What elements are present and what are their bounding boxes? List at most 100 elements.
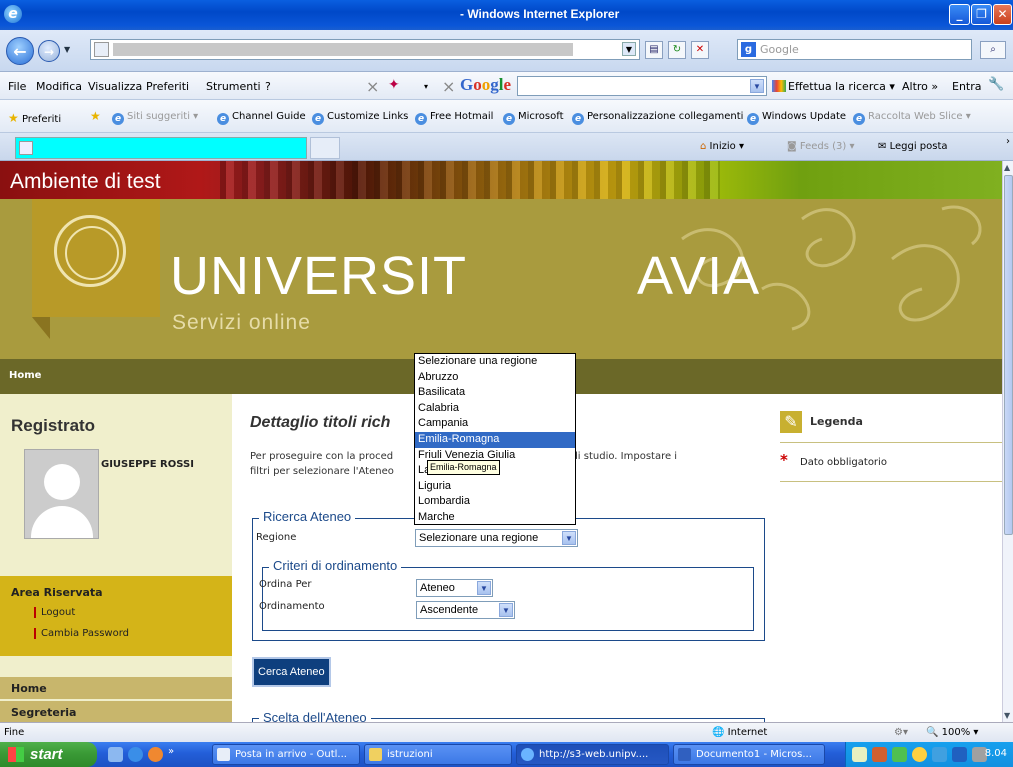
sidebar-item-segreteria[interactable]: Segreteria xyxy=(0,701,232,722)
tray-app-icon[interactable] xyxy=(892,747,907,762)
address-toolbar: ← → ▼ ▼ ▤ ↻ ✕ g Google ⌕ xyxy=(0,30,1013,72)
fav-raccolta-web-slice[interactable]: e Raccolta Web Slice ▾ xyxy=(853,111,971,125)
feeds-button[interactable]: ◙ Feeds (3) ▾ xyxy=(787,141,855,152)
search-input[interactable]: g Google xyxy=(737,39,972,60)
task-istruzioni[interactable]: istruzioni xyxy=(364,744,512,765)
toolbar-close-icon[interactable]: × xyxy=(366,77,379,96)
menu-help[interactable]: ? xyxy=(265,80,271,93)
chevron-down-icon: ▼ xyxy=(562,531,576,545)
task-ie[interactable]: http://s3-web.unipv.... xyxy=(516,744,669,765)
forward-button[interactable]: → xyxy=(38,40,60,62)
fav-windows-update[interactable]: e Windows Update xyxy=(747,111,846,125)
dropdown-option[interactable]: Liguria xyxy=(415,479,575,495)
google-logo: Google xyxy=(460,75,512,94)
menu-visualizza[interactable]: Visualizza xyxy=(88,80,142,93)
quicklaunch-desktop-icon[interactable] xyxy=(108,747,123,762)
ordinamento-select[interactable]: Ascendente ▼ xyxy=(416,601,515,619)
translate-icon[interactable]: ✦ xyxy=(388,77,400,93)
task-word[interactable]: Documento1 - Micros... xyxy=(673,744,825,765)
quicklaunch-more-icon[interactable]: » xyxy=(168,746,174,757)
outlook-icon xyxy=(217,748,230,761)
dropdown-option[interactable]: Basilicata xyxy=(415,385,575,401)
scroll-up-icon[interactable]: ▲ xyxy=(1004,163,1010,172)
dato-obbligatorio-label: Dato obbligatorio xyxy=(800,457,887,468)
regione-select[interactable]: Selezionare una regione ▼ xyxy=(415,529,578,547)
history-dropdown-icon[interactable]: ▼ xyxy=(64,45,70,54)
cambia-password-link[interactable]: Cambia Password xyxy=(34,628,129,639)
start-button[interactable]: start xyxy=(0,742,97,767)
effettua-ricerca-button[interactable]: Effettua la ricerca ▾ xyxy=(772,80,895,93)
close-button[interactable]: ✕ xyxy=(993,4,1012,25)
search-go-icon[interactable]: ⌕ xyxy=(980,41,1006,59)
chevron-down-icon: ▼ xyxy=(477,581,491,595)
tray-network-icon[interactable] xyxy=(932,747,947,762)
scroll-down-icon[interactable]: ▼ xyxy=(1004,711,1010,720)
entra-button[interactable]: Entra xyxy=(952,80,982,93)
google-search-dropdown[interactable]: ▼ xyxy=(749,78,765,94)
menu-modifica[interactable]: Modifica xyxy=(36,80,82,93)
more-chevron-icon[interactable]: › xyxy=(1006,136,1010,147)
fav-channel-guide[interactable]: e Channel Guide xyxy=(217,111,306,125)
windows-flag-icon xyxy=(8,747,24,762)
fav-personalizzazione[interactable]: e Personalizzazione collegamenti xyxy=(572,111,743,125)
legenda-title: Legenda xyxy=(810,415,863,428)
stop-icon[interactable]: ✕ xyxy=(691,41,709,59)
dropdown-option[interactable]: Emilia-Romagna xyxy=(415,431,575,448)
altro-button[interactable]: Altro » xyxy=(902,80,938,93)
tray-app-icon[interactable] xyxy=(912,747,927,762)
environment-label: Ambiente di test xyxy=(10,170,161,193)
quicklaunch-ie-icon[interactable] xyxy=(128,747,143,762)
quicklaunch-firefox-icon[interactable] xyxy=(148,747,163,762)
menu-file[interactable]: File xyxy=(8,80,26,93)
home-button[interactable]: ⌂ Inizio ▾ xyxy=(700,141,744,152)
ie-page-icon: e xyxy=(853,113,865,125)
google-toolbar-search-input[interactable]: ▼ xyxy=(517,76,767,96)
url-dropdown-icon[interactable]: ▼ xyxy=(622,42,636,56)
google-toolbar-close-icon[interactable]: × xyxy=(442,77,455,96)
minimize-button[interactable]: _ xyxy=(949,4,970,25)
preferiti-button[interactable]: ★ Preferiti xyxy=(8,111,61,125)
sidebar-item-home[interactable]: Home xyxy=(0,677,232,699)
back-button[interactable]: ← xyxy=(6,37,34,65)
scrollbar-thumb[interactable] xyxy=(1004,175,1013,535)
dropdown-option[interactable]: Selezionare una regione xyxy=(415,354,575,370)
tray-app-icon[interactable] xyxy=(852,747,867,762)
username: GIUSEPPE ROSSI xyxy=(101,459,194,470)
tray-app-icon[interactable] xyxy=(952,747,967,762)
dropdown-option[interactable]: Marche xyxy=(415,510,575,524)
task-outlook[interactable]: Posta in arrivo - Outl... xyxy=(212,744,360,765)
fav-microsoft[interactable]: e Microsoft xyxy=(503,111,564,125)
ordina-per-select[interactable]: Ateneo ▼ xyxy=(416,579,493,597)
protected-mode-icon[interactable]: ⚙▾ xyxy=(894,727,908,738)
compatibility-icon[interactable]: ▤ xyxy=(645,41,663,59)
breadcrumb-home-link[interactable]: Home xyxy=(9,370,41,381)
dropdown-option[interactable]: Calabria xyxy=(415,401,575,417)
tab-current-page[interactable] xyxy=(15,137,307,159)
zoom-control[interactable]: 🔍 100% ▾ xyxy=(926,727,978,738)
fav-siti-suggeriti[interactable]: e Siti suggeriti ▾ xyxy=(112,111,198,125)
maximize-button[interactable]: ❐ xyxy=(971,4,992,25)
menu-strumenti[interactable]: Strumenti xyxy=(206,80,261,93)
translate-dropdown-icon[interactable]: ▾ xyxy=(424,82,428,91)
ie-logo-icon: e xyxy=(4,5,22,23)
ie-page-icon: e xyxy=(747,113,759,125)
read-mail-button[interactable]: ✉ Leggi posta xyxy=(878,141,948,152)
add-favorite-icon[interactable]: ★ xyxy=(90,109,101,123)
wrench-icon[interactable]: 🔧 xyxy=(988,77,1004,92)
dropdown-option[interactable]: Campania xyxy=(415,416,575,432)
refresh-icon[interactable]: ↻ xyxy=(668,41,686,59)
menu-preferiti[interactable]: Preferiti xyxy=(146,80,189,93)
fav-customize-links[interactable]: e Customize Links xyxy=(312,111,408,125)
page-scrollbar[interactable]: ▲ ▼ xyxy=(1002,161,1013,722)
logout-link[interactable]: Logout xyxy=(34,607,75,618)
dropdown-option[interactable]: Lombardia xyxy=(415,494,575,510)
cerca-ateneo-button[interactable]: Cerca Ateneo xyxy=(252,657,331,687)
fav-free-hotmail[interactable]: e Free Hotmail xyxy=(415,111,493,125)
url-field[interactable]: ▼ xyxy=(90,39,640,60)
dropdown-option[interactable]: Abruzzo xyxy=(415,370,575,386)
tray-app-icon[interactable] xyxy=(872,747,887,762)
ordinamento-label: Ordinamento xyxy=(259,601,325,612)
ie-page-icon: e xyxy=(572,113,584,125)
new-tab-button[interactable] xyxy=(310,137,340,159)
criteri-ordinamento-legend: Criteri di ordinamento xyxy=(269,558,402,573)
